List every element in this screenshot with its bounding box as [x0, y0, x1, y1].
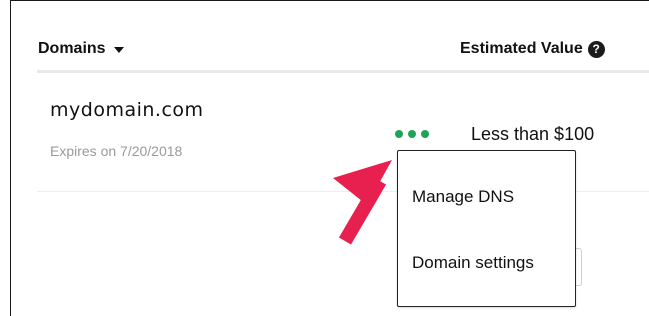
more-dot: [421, 130, 429, 138]
more-dot: [408, 130, 416, 138]
menu-item-domain-settings[interactable]: Domain settings: [412, 253, 534, 273]
estimated-value-header: Estimated Value ?: [460, 40, 605, 58]
domains-header-label: Domains: [38, 40, 106, 57]
question-circle-icon[interactable]: ?: [587, 40, 605, 58]
estimated-value: Less than $100: [471, 124, 595, 144]
domain-name[interactable]: mydomain.com: [50, 99, 204, 121]
caret-down-icon: [113, 47, 124, 53]
actions-dropdown-menu: Manage DNS Domain settings: [397, 150, 576, 307]
domain-expiry: Expires on 7/20/2018: [50, 143, 183, 159]
domain-manager-page: Domains Estimated Value ? mydomain.com E…: [0, 0, 649, 316]
table-header-row: [11, 1, 649, 69]
estimated-value-label: Estimated Value: [460, 40, 583, 57]
menu-item-manage-dns[interactable]: Manage DNS: [412, 187, 514, 207]
header-divider: [37, 70, 649, 73]
more-dots-icon[interactable]: [393, 124, 431, 144]
more-dot: [395, 130, 403, 138]
domains-sort-button[interactable]: Domains: [38, 40, 124, 58]
